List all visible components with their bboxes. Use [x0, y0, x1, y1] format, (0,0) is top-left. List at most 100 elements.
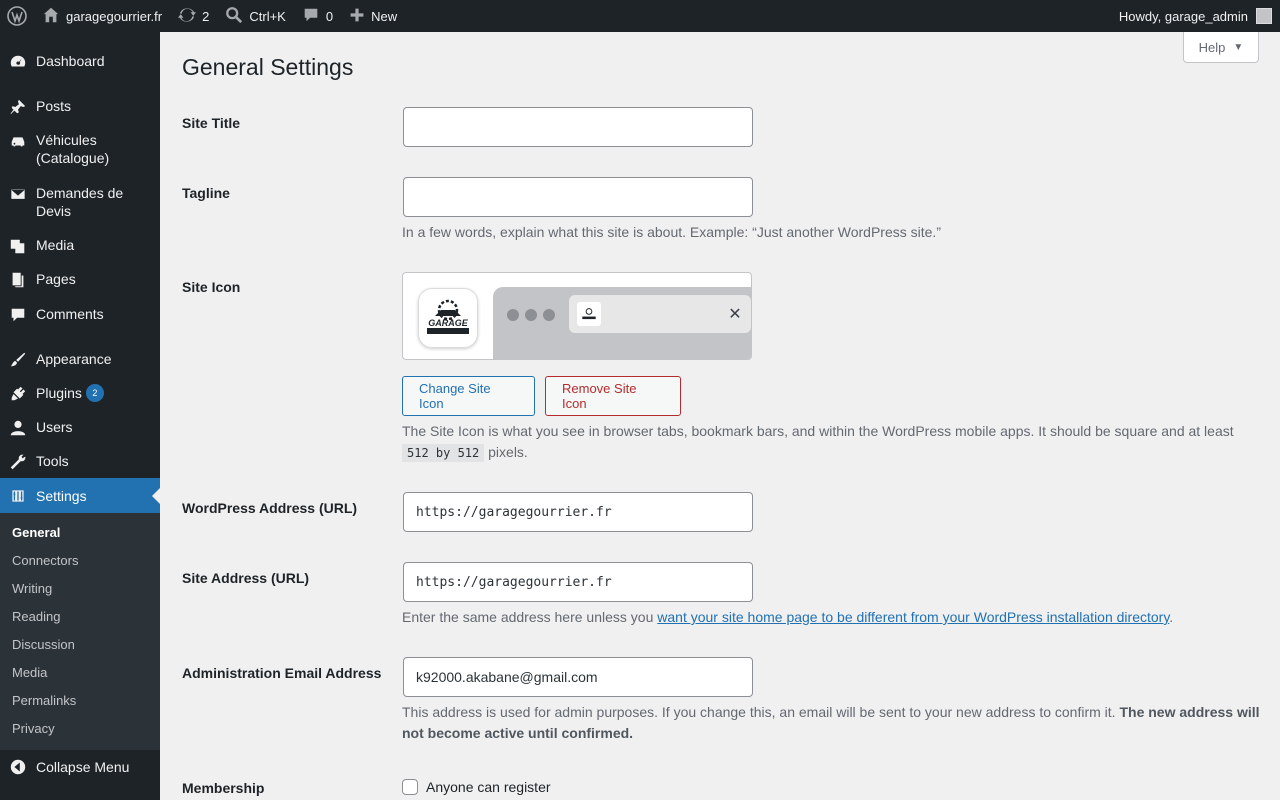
wp-address-label: WordPress Address (URL)	[182, 500, 358, 516]
tagline-description: In a few words, explain what this site i…	[402, 224, 941, 240]
submenu-media[interactable]: Media	[0, 661, 160, 689]
site-name-link[interactable]: garagegourrier.fr	[34, 0, 170, 32]
submenu-general[interactable]: General	[0, 521, 160, 549]
updates-icon	[178, 6, 197, 27]
collapse-menu-button[interactable]: Collapse Menu	[0, 750, 160, 784]
menu-label: Pages	[36, 271, 76, 287]
my-account-link[interactable]: Howdy, garage_admin	[1111, 0, 1280, 32]
submenu-connectors[interactable]: Connectors	[0, 549, 160, 577]
window-dots	[507, 309, 555, 321]
menu-item-plugins[interactable]: Plugins 2	[0, 384, 160, 403]
menu-item-demandes[interactable]: Demandes de Devis	[0, 184, 160, 220]
submenu-discussion[interactable]: Discussion	[0, 633, 160, 661]
menu-label: Véhicules (Catalogue)	[36, 132, 110, 166]
menu-item-tools[interactable]: Tools	[0, 452, 160, 471]
new-label: New	[371, 8, 398, 24]
site-name: garagegourrier.fr	[66, 8, 163, 24]
car-icon	[0, 131, 36, 150]
anyone-can-register-row[interactable]: Anyone can register	[402, 779, 551, 795]
site-title-label: Site Title	[182, 115, 241, 131]
menu-item-settings[interactable]: Settings	[0, 478, 160, 513]
comment-icon	[302, 6, 320, 27]
plugins-label: Plugins	[36, 385, 82, 401]
menu-item-posts[interactable]: Posts	[0, 97, 160, 116]
search-icon	[225, 6, 243, 27]
admin-sidebar: Dashboard Posts Véhicules (Catalogue) De…	[0, 32, 160, 800]
caret-down-icon: ▼	[1233, 41, 1244, 53]
admin-email-label: Administration Email Address	[182, 665, 382, 681]
menu-label: Tools	[36, 453, 69, 469]
menu-label: Posts	[36, 98, 72, 114]
new-content-link[interactable]: New	[341, 0, 405, 32]
change-site-icon-button[interactable]: Change Site Icon	[402, 376, 535, 416]
tagline-input[interactable]	[403, 177, 753, 217]
settings-icon	[0, 486, 36, 505]
email-icon	[0, 184, 36, 203]
window-dot	[543, 309, 555, 321]
site-address-label: Site Address (URL)	[182, 570, 310, 586]
brush-icon	[0, 350, 36, 369]
comments-link[interactable]: 0	[294, 0, 341, 32]
menu-label: Users	[36, 419, 73, 435]
window-dot	[507, 309, 519, 321]
wordpress-logo-icon[interactable]	[0, 0, 34, 32]
menu-item-appearance[interactable]: Appearance	[0, 350, 160, 369]
search-shortcut: Ctrl+K	[249, 8, 286, 24]
membership-label: Membership	[182, 780, 265, 796]
settings-submenu: General Connectors Writing Reading Discu…	[0, 513, 160, 750]
submenu-writing[interactable]: Writing	[0, 577, 160, 605]
help-label: Help	[1198, 39, 1226, 55]
close-icon: ✕	[728, 306, 742, 323]
home-icon	[42, 6, 60, 27]
site-icon-label: Site Icon	[182, 279, 241, 295]
pages-icon	[0, 270, 36, 289]
page-title: General Settings	[182, 54, 354, 80]
help-button[interactable]: Help ▼	[1183, 32, 1259, 63]
menu-label: Dashboard	[36, 53, 105, 69]
site-address-desc-suffix: .	[1169, 609, 1174, 625]
submenu-reading[interactable]: Reading	[0, 605, 160, 633]
command-palette-link[interactable]: Ctrl+K	[217, 0, 293, 32]
site-address-help-link[interactable]: want your site home page to be different…	[657, 609, 1169, 625]
window-dot	[525, 309, 537, 321]
dashboard-icon	[0, 52, 36, 71]
comment-icon	[0, 305, 36, 324]
admin-bar: garagegourrier.fr 2 Ctrl+K 0 New Howdy, …	[0, 0, 1280, 32]
site-address-desc-text: Enter the same address here unless you	[402, 609, 654, 625]
site-title-input[interactable]	[403, 107, 753, 147]
menu-label: Plugins 2	[36, 384, 160, 402]
updates-link[interactable]: 2	[170, 0, 217, 32]
plugin-icon	[0, 384, 36, 403]
remove-site-icon-button[interactable]: Remove Site Icon	[545, 376, 681, 416]
menu-label: Demandes de Devis	[36, 185, 124, 219]
collapse-icon	[0, 758, 36, 776]
browser-tab-preview: ✕	[569, 295, 751, 333]
user-icon	[0, 418, 36, 437]
site-icon-desc-suffix: pixels.	[488, 444, 528, 460]
submenu-privacy[interactable]: Privacy	[0, 717, 160, 745]
main-content: Help ▼ General Settings Site Title Tagli…	[160, 32, 1280, 800]
tagline-label: Tagline	[182, 185, 230, 201]
menu-item-vehicules[interactable]: Véhicules (Catalogue)	[0, 131, 160, 167]
anyone-can-register-checkbox[interactable]	[402, 779, 418, 795]
menu-item-media[interactable]: Media	[0, 236, 160, 255]
menu-item-pages[interactable]: Pages	[0, 270, 160, 289]
comments-count: 0	[325, 8, 334, 24]
menu-label: Settings	[36, 487, 87, 504]
menu-item-users[interactable]: Users	[0, 418, 160, 437]
submenu-permalinks[interactable]: Permalinks	[0, 689, 160, 717]
menu-item-comments[interactable]: Comments	[0, 305, 160, 324]
menu-item-dashboard[interactable]: Dashboard	[0, 52, 160, 71]
app-icon-preview: GARAGE	[418, 288, 478, 348]
site-address-input[interactable]: https://garagegourrier.fr	[403, 562, 753, 602]
wp-address-input[interactable]: https://garagegourrier.fr	[403, 492, 753, 532]
admin-email-input[interactable]: k92000.akabane@gmail.com	[403, 657, 753, 697]
browser-preview: ✕	[493, 287, 751, 359]
menu-label: Appearance	[36, 351, 112, 367]
logo-text: GARAGE	[428, 318, 468, 328]
updates-count: 2	[202, 8, 210, 24]
media-icon	[0, 236, 36, 255]
favicon-icon	[577, 302, 601, 326]
site-icon-size-code: 512 by 512	[402, 444, 485, 462]
menu-label: Media	[36, 237, 75, 253]
